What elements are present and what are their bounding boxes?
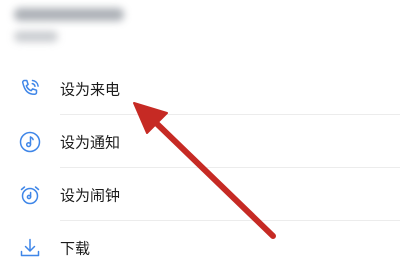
set-as-notification-option[interactable]: 设为通知 [0, 115, 400, 168]
download-option[interactable]: 下载 [0, 221, 400, 274]
menu-item-label: 设为通知 [60, 133, 121, 151]
set-as-ringtone-option[interactable]: 设为来电 [0, 62, 400, 115]
set-as-alarm-option[interactable]: 设为闹钟 [0, 168, 400, 221]
phone-icon [18, 77, 42, 101]
blurred-song-header [0, 0, 400, 60]
blurred-song-artist [14, 31, 58, 42]
download-icon [18, 236, 42, 260]
menu-item-label: 下载 [60, 239, 91, 257]
ringtone-options-menu: 设为来电 设为通知 设为闹钟 下载 [0, 62, 400, 274]
alarm-clock-icon [18, 183, 42, 207]
blurred-song-title [14, 8, 124, 21]
menu-item-label: 设为闹钟 [60, 186, 121, 204]
music-note-icon [18, 130, 42, 154]
menu-item-label: 设为来电 [60, 80, 121, 98]
